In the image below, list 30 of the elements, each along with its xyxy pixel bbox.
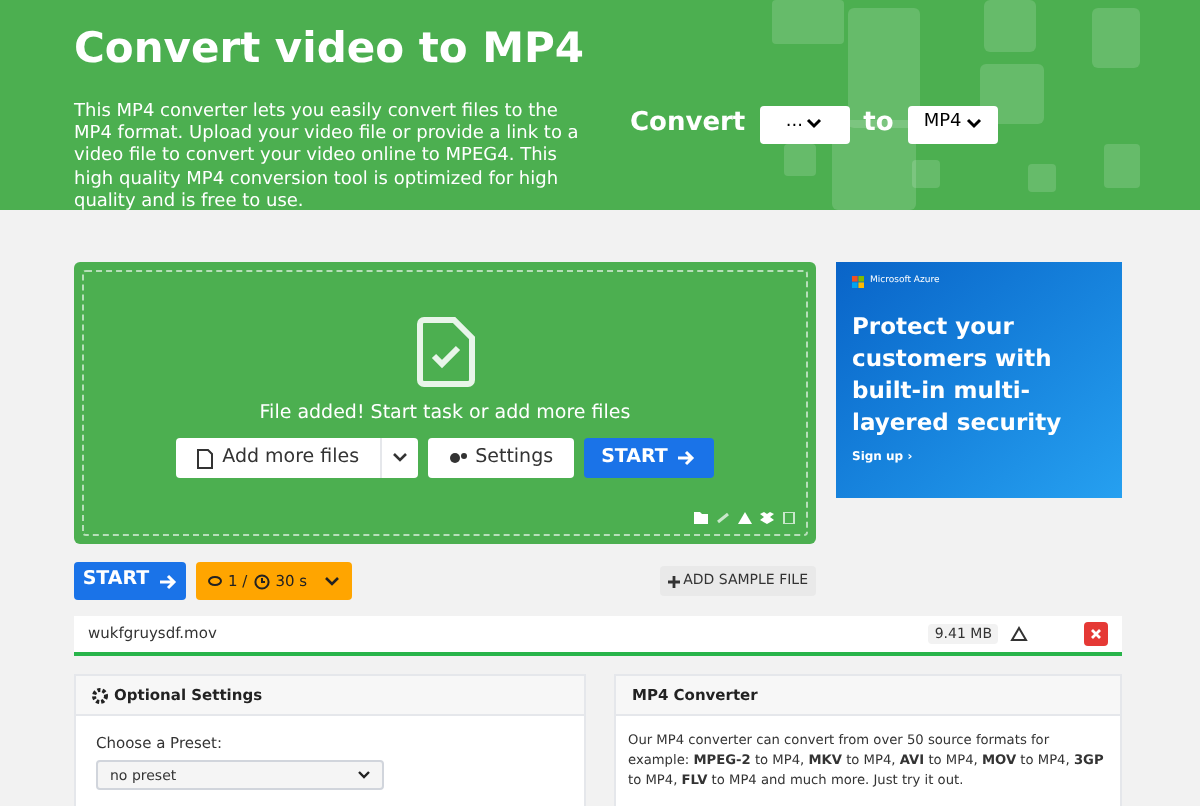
chevron-down-icon bbox=[965, 118, 982, 130]
windows-logo-icon bbox=[852, 276, 864, 289]
page-title: Convert video to MP4 bbox=[74, 22, 587, 76]
file-check-icon bbox=[415, 316, 475, 388]
status-message: File added! Start task or add more files bbox=[259, 400, 631, 428]
gear-icon bbox=[92, 687, 108, 703]
close-icon bbox=[1090, 628, 1102, 640]
drop-zone[interactable]: File added! Start task or add more files Add more files Settings START bbox=[74, 262, 816, 544]
convert-label: Convert bbox=[630, 106, 746, 143]
description: This MP4 converter lets you easily convert files to the MP4 format. Upload your video file or provide a link to a video file to convert your video online to MPEG4. This high quality MP4 conversion tool is optimized for high quality and is free to use. bbox=[74, 102, 581, 210]
coin-icon bbox=[208, 576, 222, 586]
clock-icon bbox=[253, 573, 270, 589]
copy-icon[interactable] bbox=[782, 512, 796, 524]
ad-headline: Protect your customers with built-in multi-layered security bbox=[852, 309, 1064, 438]
chevron-down-icon bbox=[323, 575, 340, 587]
file-plus-icon bbox=[196, 447, 215, 470]
folder-icon[interactable] bbox=[694, 512, 708, 524]
start-button[interactable]: START bbox=[74, 562, 186, 600]
to-format-select[interactable]: MP4 bbox=[907, 105, 998, 143]
chevron-down-icon bbox=[391, 452, 408, 465]
to-label: to bbox=[863, 106, 894, 143]
arrow-right-icon bbox=[159, 573, 178, 589]
arrow-right-icon bbox=[677, 450, 696, 467]
remove-button[interactable] bbox=[1084, 622, 1108, 646]
settings-button[interactable]: Settings bbox=[427, 438, 574, 479]
chevron-down-icon bbox=[806, 118, 823, 130]
plus-icon bbox=[667, 575, 680, 587]
chevron-down-icon bbox=[358, 770, 370, 781]
from-format-select[interactable]: ... bbox=[759, 105, 850, 143]
start-button[interactable]: START bbox=[583, 438, 714, 479]
